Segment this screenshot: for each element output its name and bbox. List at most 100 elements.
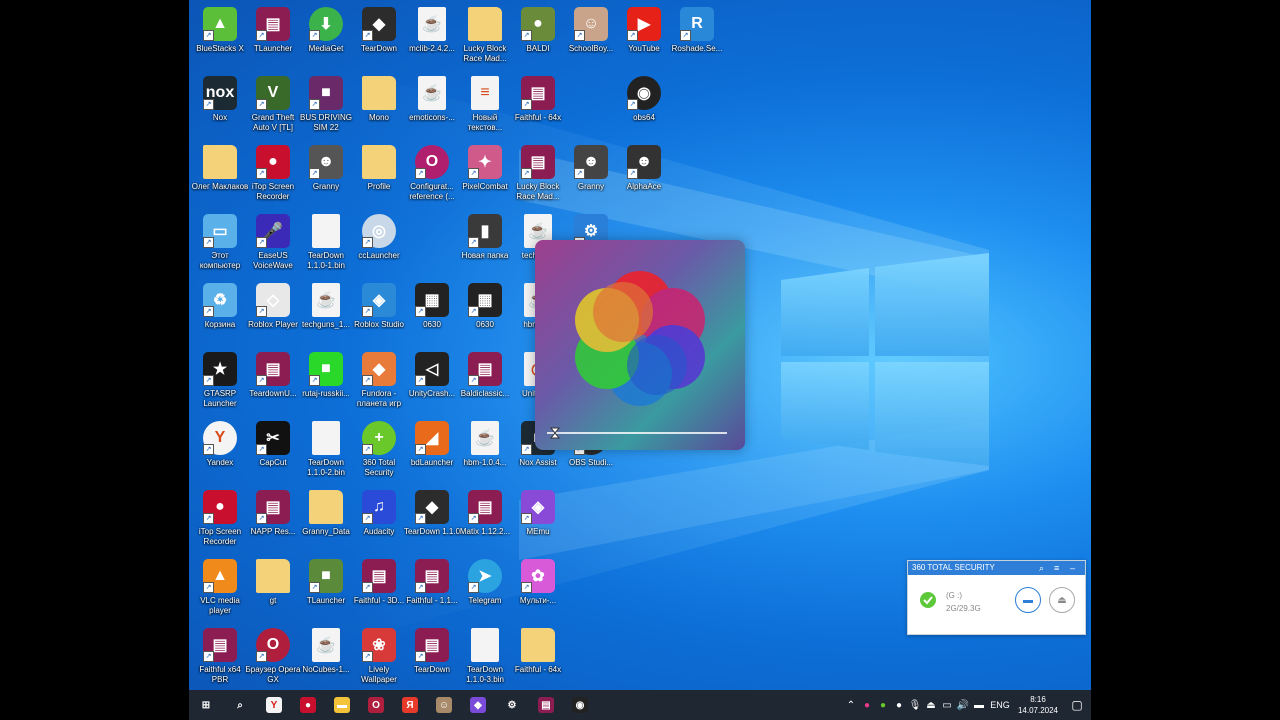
desktop-icon-oleg-maklakov[interactable]: Олег Маклаков xyxy=(192,142,248,208)
desktop-icon-techguns-2[interactable]: ☕ techguns_1... xyxy=(299,280,353,346)
desktop-icon-faithful-x64-pbr[interactable]: ▤ ↗ Faithful x64 PBR xyxy=(193,625,247,691)
search-icon[interactable]: ⌕ xyxy=(1039,561,1044,575)
desktop-icon-granny[interactable]: ☻ ↗ Granny xyxy=(299,142,353,208)
desktop-icon-pixelcombat[interactable]: ✦ ↗ PixelCombat xyxy=(458,142,512,208)
desktop-icon-alphaace[interactable]: ☻ ↗ AlphaAce xyxy=(617,142,671,208)
desktop-icon-granny-2[interactable]: ☻ ↗ Granny xyxy=(564,142,618,208)
desktop-icon-faithful-11[interactable]: ▤ ↗ Faithful - 1.1... xyxy=(405,556,459,622)
desktop-icon-configuration-reference[interactable]: O ↗ Configurat... reference (... xyxy=(405,142,459,208)
taskbar-winrar[interactable]: ▤ xyxy=(529,690,563,720)
desktop-icon-teardown[interactable]: ◆ ↗ TearDown xyxy=(352,4,406,70)
desktop-icon-memu[interactable]: ◈ ↗ MEmu xyxy=(511,487,565,553)
desktop-icon-unitycrash[interactable]: ◁ ↗ UnityCrash... xyxy=(405,349,459,415)
desktop-icon-emoticons[interactable]: ☕ emoticons-... xyxy=(405,73,459,139)
desktop-icon-gt-folder[interactable]: gt xyxy=(246,556,300,622)
desktop-icon-schoolboy[interactable]: ☺ ↗ SchoolBoy... xyxy=(564,4,618,70)
desktop-icon-profile[interactable]: Profile xyxy=(352,142,406,208)
desktop-icon-faithful-64x[interactable]: ▤ ↗ Faithful - 64x xyxy=(511,73,565,139)
notifications-icon[interactable]: ▢ xyxy=(1063,698,1091,712)
desktop-icon-mono[interactable]: Mono xyxy=(352,73,406,139)
start-button[interactable]: ⊞ xyxy=(189,690,223,720)
open-folder-button[interactable]: ▬ xyxy=(1015,587,1041,613)
drive-icon[interactable]: ▬ xyxy=(971,700,987,711)
microphone-icon[interactable]: 🎙 xyxy=(907,700,923,711)
desktop-icon-hbm-104[interactable]: ☕ hbm-1.0.4... xyxy=(458,418,512,484)
desktop-icon-mclib[interactable]: ☕ mclib-2.4.2... xyxy=(405,4,459,70)
desktop-icon-napp-res[interactable]: ▤ ↗ NAPP Res... xyxy=(246,487,300,553)
desktop-icon-folder-0630-2[interactable]: ▦ ↗ 0630 xyxy=(458,280,512,346)
taskbar-photo[interactable]: ☺ xyxy=(427,690,461,720)
desktop-icon-fundora[interactable]: ◆ ↗ Fundora - планета игр xyxy=(352,349,406,415)
taskbar-itop[interactable]: ● xyxy=(291,690,325,720)
desktop-icon-youtube[interactable]: ▶ ↗ YouTube xyxy=(617,4,671,70)
desktop-icon-granny-data[interactable]: Granny_Data xyxy=(299,487,353,553)
desktop-icon-lucky-block-race[interactable]: Lucky Block Race Mad... xyxy=(458,4,512,70)
desktop-icon-obs64[interactable]: ◉ ↗ obs64 xyxy=(617,73,671,139)
eject-button[interactable]: ⏏ xyxy=(1049,587,1075,613)
desktop-icon-this-pc[interactable]: ▭ ↗ Этот компьютер xyxy=(193,211,247,277)
taskbar-obs[interactable]: ◉ xyxy=(563,690,597,720)
desktop-icon-teardownu[interactable]: ▤ ↗ TeardownU... xyxy=(246,349,300,415)
desktop-icon-mediaget[interactable]: ⬇ ↗ MediaGet xyxy=(299,4,353,70)
taskbar-yandex[interactable]: Y xyxy=(257,690,291,720)
desktop-icon-teardown-bin-3[interactable]: TearDown 1.1.0-3.bin xyxy=(458,625,512,691)
taskbar-explorer[interactable]: ▬ xyxy=(325,690,359,720)
chevron-up-icon[interactable]: ⌃ xyxy=(843,700,859,711)
desktop-icon-recycle-bin[interactable]: ♻ ↗ Корзина xyxy=(193,280,247,346)
desktop-icon-yandex[interactable]: Y ↗ Yandex xyxy=(193,418,247,484)
desktop-icon-teardown-bin-1[interactable]: TearDown 1.1.0-1.bin xyxy=(299,211,353,277)
desktop-icon-itop-screen-recorder-2[interactable]: ● ↗ iTop Screen Recorder xyxy=(193,487,247,553)
desktop-icon-gta-v[interactable]: V ↗ Grand Theft Auto V [TL] xyxy=(246,73,300,139)
usb-icon[interactable]: ⏏ xyxy=(923,700,939,711)
desktop-icon-faithful-64x-2[interactable]: Faithful - 64x xyxy=(511,625,565,691)
desktop-icon-nox[interactable]: nox ↗ Nox xyxy=(193,73,247,139)
taskbar-opera[interactable]: O xyxy=(359,690,393,720)
desktop-icon-new-text-doc[interactable]: ≡ Новый текстов... xyxy=(458,73,512,139)
color-app-icon[interactable]: ● xyxy=(859,700,875,711)
desktop-icon-bluestacks-x[interactable]: ▲ ↗ BlueStacks X xyxy=(193,4,247,70)
taskbar-lively[interactable]: ◆ xyxy=(461,690,495,720)
desktop-icon-teardown-2[interactable]: ▤ ↗ TearDown xyxy=(405,625,459,691)
network-icon[interactable]: ▭ xyxy=(939,700,955,711)
desktop-icon-itop-screen-recorder[interactable]: ● ↗ iTop Screen Recorder xyxy=(246,142,300,208)
desktop-icon-lively-wallpaper[interactable]: ❀ ↗ Lively Wallpaper xyxy=(352,625,406,691)
menu-icon[interactable]: ≡ xyxy=(1054,561,1059,575)
desktop-icon-teardown-bin-2[interactable]: TearDown 1.1.0-2.bin xyxy=(299,418,353,484)
360-tray-icon[interactable]: ● xyxy=(875,700,891,711)
desktop-icon-folder-0630-1[interactable]: ▦ ↗ 0630 xyxy=(405,280,459,346)
minimize-icon[interactable]: – xyxy=(1070,561,1075,575)
desktop-icon-cclauncher[interactable]: ◎ ↗ ccLauncher xyxy=(352,211,406,277)
clock[interactable]: 8:16 14.07.2024 xyxy=(1013,694,1063,716)
desktop-icon-baldiclassic[interactable]: ▤ ↗ Baldiclassic... xyxy=(458,349,512,415)
volume-icon[interactable]: 🔊 xyxy=(955,700,971,711)
desktop-icon-roblox-player[interactable]: ◇ ↗ Roblox Player xyxy=(246,280,300,346)
desktop-icon-tlauncher-2[interactable]: ■ ↗ TLauncher xyxy=(299,556,353,622)
desktop-icon-rutaj-russkii[interactable]: ■ ↗ rutaj-russkii... xyxy=(299,349,353,415)
desktop-icon-vlc-media-player[interactable]: ▲ ↗ VLC media player xyxy=(193,556,247,622)
desktop-icon-bus-driving-sim[interactable]: ■ ↗ BUS DRIVING SIM 22 xyxy=(299,73,353,139)
desktop-icon-easeus-voicewave[interactable]: 🎤 ↗ EaseUS VoiceWave xyxy=(246,211,300,277)
record-icon[interactable]: ● xyxy=(891,700,907,711)
desktop-icon-telegram[interactable]: ➤ ↗ Telegram xyxy=(458,556,512,622)
desktop-icon-multi[interactable]: ✿ ↗ Мульти-... xyxy=(511,556,565,622)
taskbar-settings[interactable]: ⚙ xyxy=(495,690,529,720)
desktop-icon-roshade[interactable]: R ↗ Roshade.Se... xyxy=(670,4,724,70)
desktop-icon-nocubes[interactable]: ☕ NoCubes-1... xyxy=(299,625,353,691)
taskbar-yandex-browser[interactable]: Я xyxy=(393,690,427,720)
desktop-icon-teardown-110[interactable]: ◆ ↗ TearDown 1.1.0 xyxy=(404,487,460,553)
search-button[interactable]: ⌕ xyxy=(223,690,257,720)
desktop-icon-baldi[interactable]: ● ↗ BALDI xyxy=(511,4,565,70)
desktop-icon-tlauncher[interactable]: ▤ ↗ TLauncher xyxy=(246,4,300,70)
desktop-icon-roblox-studio[interactable]: ◈ ↗ Roblox Studio xyxy=(352,280,406,346)
desktop-icon-lucky-block-race-2[interactable]: ▤ ↗ Lucky Block Race Mad... xyxy=(511,142,565,208)
desktop-icon-capcut[interactable]: ✂ ↗ CapCut xyxy=(246,418,300,484)
desktop-icon-faithful-3d[interactable]: ▤ ↗ Faithful - 3D... xyxy=(352,556,406,622)
desktop-icon-new-folder[interactable]: ▮ ↗ Новая папка xyxy=(458,211,512,277)
desktop-icon-bdlauncher[interactable]: ◢ ↗ bdLauncher xyxy=(405,418,459,484)
desktop-icon-gtasrp-launcher[interactable]: ★ ↗ GTASRP Launcher xyxy=(193,349,247,415)
language-indicator[interactable]: ENG xyxy=(987,700,1013,710)
desktop-icon-360-total-security[interactable]: + ↗ 360 Total Security xyxy=(352,418,406,484)
desktop-icon-opera-gx[interactable]: O ↗ Браузер Opera GX xyxy=(246,625,301,691)
desktop-icon-matix[interactable]: ▤ ↗ Matix 1.12.2... xyxy=(458,487,512,553)
desktop-icon-audacity[interactable]: ♫ ↗ Audacity xyxy=(352,487,406,553)
